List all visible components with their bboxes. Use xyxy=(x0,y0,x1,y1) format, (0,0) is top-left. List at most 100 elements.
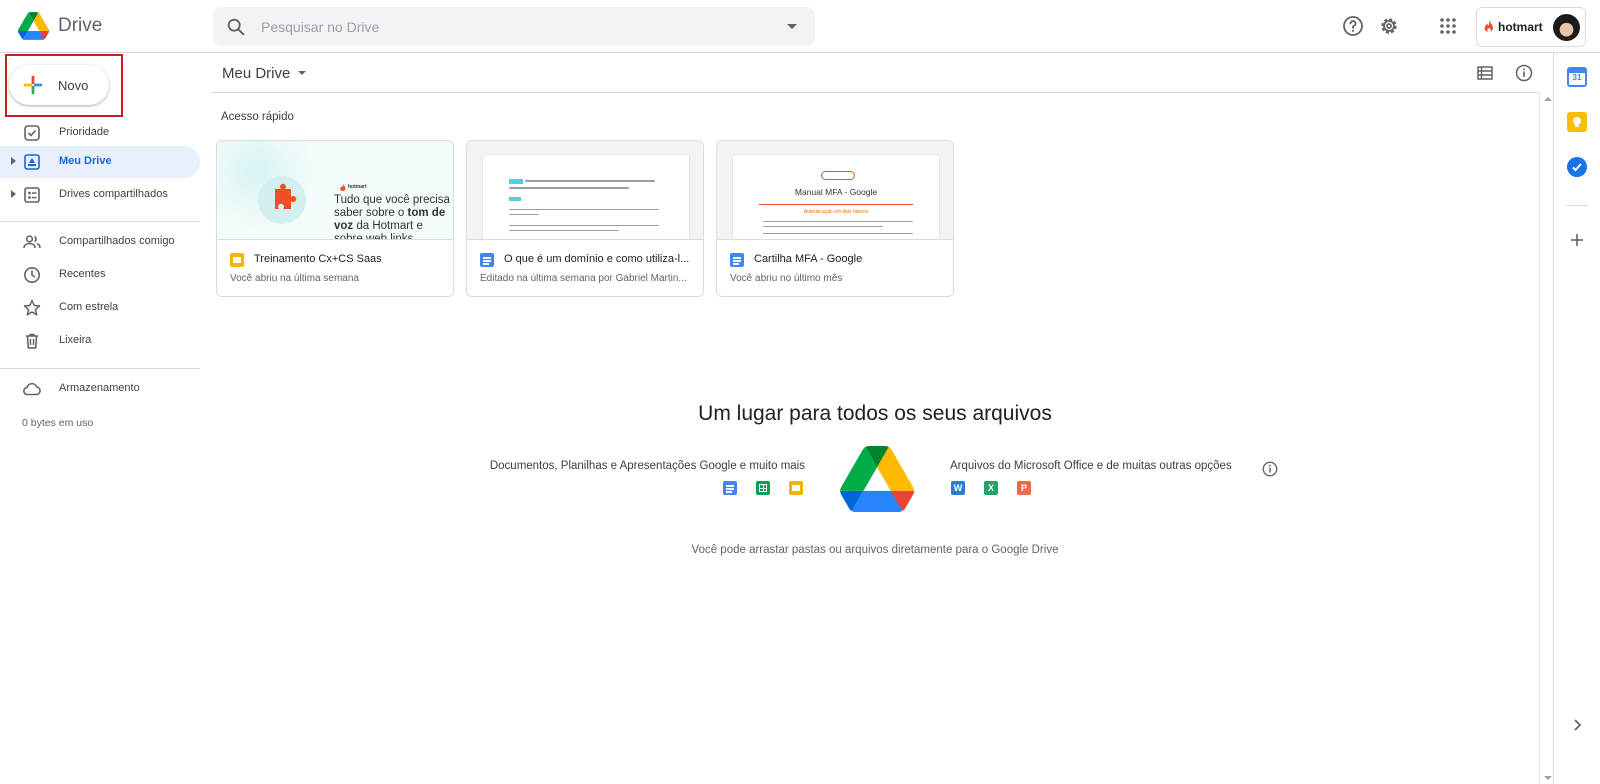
search-bar[interactable]: Pesquisar no Drive xyxy=(213,7,815,46)
preview-rule xyxy=(759,204,913,205)
sidebar-item-label: Recentes xyxy=(59,268,106,280)
search-options-icon[interactable] xyxy=(787,24,797,29)
info-icon[interactable] xyxy=(1514,63,1534,83)
scroll-down-arrow-icon[interactable] xyxy=(1544,776,1552,780)
docs-icon-line xyxy=(733,260,741,262)
file-name: Treinamento Cx+CS Saas xyxy=(254,253,382,265)
text-highlight xyxy=(509,197,521,201)
word-icon: W xyxy=(951,481,965,495)
slides-file-icon xyxy=(230,253,244,267)
docs-icon-line xyxy=(726,491,732,493)
hotmart-logo-icon xyxy=(340,183,346,191)
text-line xyxy=(509,187,629,189)
trash-icon xyxy=(26,333,38,349)
quick-access-card[interactable]: Manual MFA - Google Autenticação em dois… xyxy=(716,140,954,297)
google-files-description: Documentos, Planilhas e Apresentações Go… xyxy=(489,460,805,472)
sidebar-item-priority[interactable]: Prioridade xyxy=(0,117,200,149)
sidebar-divider xyxy=(0,368,200,369)
quick-access-card[interactable]: O que é um domínio e como utiliza-l... E… xyxy=(466,140,704,297)
slides-file-icon-inner xyxy=(233,257,241,263)
search-input[interactable]: Pesquisar no Drive xyxy=(261,19,379,35)
file-thumbnail: hotmart Tudo que você precisa saber sobr… xyxy=(217,141,453,240)
sidebar-item-label: Lixeira xyxy=(59,334,92,346)
page-title[interactable]: Meu Drive xyxy=(222,65,290,82)
docs-icon-line xyxy=(726,488,734,490)
sidebar-item-label: Prioridade xyxy=(59,126,110,138)
text-line xyxy=(763,221,913,222)
sidebar-item-label: Drives compartilhados xyxy=(59,188,168,200)
quick-access-label: Acesso rápido xyxy=(221,111,294,123)
app-name: Drive xyxy=(58,15,103,36)
file-name: Cartilha MFA - Google xyxy=(754,253,863,265)
sheets-icon-line xyxy=(762,484,764,492)
text-line xyxy=(509,230,619,231)
docs-icon-line xyxy=(733,257,741,259)
empty-state-title: Um lugar para todos os seus arquivos xyxy=(698,402,1052,425)
sidebar-item-label: Meu Drive xyxy=(59,155,112,167)
apps-grid-icon[interactable] xyxy=(1436,14,1460,38)
keep-notes-icon[interactable] xyxy=(1567,112,1587,132)
file-activity: Você abriu na última semana xyxy=(230,273,359,284)
text-line xyxy=(525,180,655,182)
search-icon[interactable] xyxy=(225,16,247,38)
tasks-icon[interactable] xyxy=(1567,157,1587,177)
storage-usage: 0 bytes em uso xyxy=(22,417,94,429)
quick-access-card[interactable]: hotmart Tudo que você precisa saber sobr… xyxy=(216,140,454,297)
drag-drop-hint: Você pode arrastar pastas ou arquivos di… xyxy=(691,544,1059,556)
preview-subtitle: Autenticação em dois fatores xyxy=(803,209,869,215)
sidebar-item-label: Com estrela xyxy=(59,301,119,313)
star-icon xyxy=(23,299,41,316)
docs-icon xyxy=(723,481,737,495)
office-files-description: Arquivos do Microsoft Office e de muitas… xyxy=(950,460,1232,472)
calendar-day: 31 xyxy=(1572,73,1582,82)
sidebar-item-label: Compartilhados comigo xyxy=(59,235,175,247)
add-addon-plus-icon[interactable] xyxy=(1567,230,1587,250)
keep-bulb-base xyxy=(1575,125,1579,127)
puzzle-illustration-icon xyxy=(258,176,306,224)
account-brand-name: hotmart xyxy=(1498,20,1543,34)
help-icon[interactable] xyxy=(1341,14,1365,38)
text-line xyxy=(509,209,659,210)
clock-icon xyxy=(24,267,40,283)
top-bar: Drive Pesquisar no Drive hotmart xyxy=(0,0,1600,53)
user-avatar[interactable] xyxy=(1553,14,1580,41)
text-line xyxy=(763,226,883,227)
my-drive-icon xyxy=(24,154,40,170)
scroll-up-arrow-icon[interactable] xyxy=(1544,97,1552,101)
calendar-icon[interactable]: 31 xyxy=(1567,67,1587,87)
sidebar-item-shared-with-me[interactable]: Compartilhados comigo xyxy=(0,226,200,258)
hotmart-badge xyxy=(821,171,855,180)
docs-icon-line xyxy=(483,257,491,259)
preview-title: Manual MFA - Google xyxy=(794,187,878,197)
document-preview: Manual MFA - Google Autenticação em dois… xyxy=(733,155,939,239)
check-icon xyxy=(1572,163,1582,172)
sidebar-item-shared-drives[interactable]: Drives compartilhados xyxy=(0,179,200,211)
file-activity: Editado na última semana por Gabriel Mar… xyxy=(480,273,687,284)
text-line xyxy=(763,233,913,234)
account-switcher[interactable]: hotmart xyxy=(1476,7,1586,47)
sidebar: Novo Prioridade Meu Drive Drives compart… xyxy=(0,53,200,784)
priority-checkbox-icon xyxy=(24,125,40,141)
expand-panel-chevron-icon[interactable] xyxy=(1567,715,1587,735)
sidebar-item-label: Armazenamento xyxy=(59,382,140,394)
settings-gear-icon[interactable] xyxy=(1377,14,1401,38)
text-line xyxy=(509,214,539,215)
sidebar-item-my-drive[interactable]: Meu Drive xyxy=(0,146,200,178)
sidebar-item-recent[interactable]: Recentes xyxy=(0,259,200,291)
sidebar-item-storage[interactable]: Armazenamento xyxy=(0,373,200,405)
drive-logo-icon[interactable] xyxy=(18,12,49,40)
list-view-icon[interactable] xyxy=(1475,63,1495,83)
sidebar-item-trash[interactable]: Lixeira xyxy=(0,325,200,357)
docs-icon-line xyxy=(733,263,739,265)
expand-caret-icon[interactable] xyxy=(11,157,16,165)
docs-icon-line xyxy=(726,485,734,487)
info-icon[interactable] xyxy=(1261,460,1279,478)
sheets-icon xyxy=(756,481,770,495)
main-content: Meu Drive Acesso rápido hotmart Tudo que… xyxy=(210,53,1540,784)
expand-caret-icon[interactable] xyxy=(11,190,16,198)
sidebar-item-starred[interactable]: Com estrela xyxy=(0,292,200,324)
document-preview xyxy=(483,155,689,239)
thumbnail-brand: hotmart xyxy=(348,184,367,190)
main-scrollbar[interactable] xyxy=(1539,93,1553,784)
title-dropdown-icon[interactable] xyxy=(298,71,306,75)
